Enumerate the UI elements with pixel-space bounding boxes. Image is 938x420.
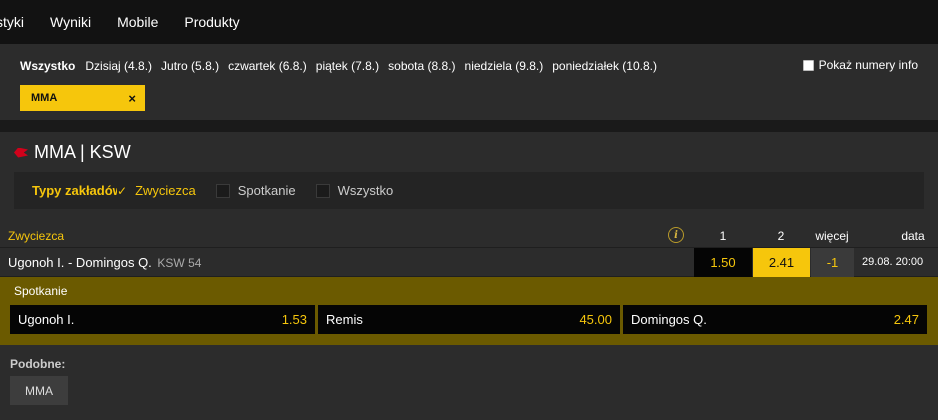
more-bets-button[interactable]: -1 [811, 248, 854, 277]
bet-type-zwyciezca-label: Zwyciezca [135, 183, 196, 198]
poland-flag-icon [14, 147, 28, 158]
checkbox-icon[interactable] [315, 183, 330, 198]
day-filter-monday[interactable]: poniedziałek (10.8.) [552, 59, 657, 73]
odd-button-1[interactable]: 1.50 [694, 248, 752, 277]
nav-item-wyniki[interactable]: Wyniki [50, 14, 91, 30]
outcome-away-name: Domingos Q. [631, 312, 707, 327]
close-icon[interactable]: × [128, 91, 136, 106]
market-name: Zwyciezca [8, 228, 65, 243]
odds-header-row: Zwyciezca i 1 2 więcej data [0, 224, 938, 248]
bet-type-wszystko-label: Wszystko [337, 183, 394, 198]
check-icon: ✓ [117, 183, 128, 198]
bet-types-filter: Typy zakładów ✓ Zwyciezca Spotkanie Wszy… [14, 172, 924, 209]
event-row[interactable]: Ugonoh I. - Domingos Q. KSW 54 1.50 2.41… [0, 248, 938, 277]
day-filter-all[interactable]: Wszystko [20, 59, 75, 73]
checkbox-icon[interactable] [215, 183, 230, 198]
outcome-draw-name: Remis [326, 312, 363, 327]
day-filter-friday[interactable]: piątek (7.8.) [316, 59, 379, 73]
day-filter-thursday[interactable]: czwartek (6.8.) [228, 59, 307, 73]
day-filter-saturday[interactable]: sobota (8.8.) [388, 59, 455, 73]
day-filter-tomorrow[interactable]: Jutro (5.8.) [161, 59, 219, 73]
spotkanie-label: Spotkanie [14, 284, 68, 298]
similar-label: Podobne: [10, 357, 66, 371]
league-header: MMA | KSW [14, 142, 131, 163]
show-info-numbers-toggle[interactable]: Pokaż numery info [802, 58, 918, 72]
bet-type-spotkanie-label: Spotkanie [237, 183, 296, 198]
event-date: 29.08. 20:00 [862, 256, 924, 268]
nav-item-mobile[interactable]: Mobile [117, 14, 158, 30]
show-info-label: Pokaż numery info [818, 58, 918, 72]
column-header-1: 1 [719, 228, 727, 243]
day-filter-list: Wszystko Dzisiaj (4.8.) Jutro (5.8.) czw… [20, 59, 666, 73]
show-info-checkbox[interactable] [802, 59, 814, 71]
outcome-away[interactable]: Domingos Q. 2.47 [623, 305, 927, 334]
event-participants: Ugonoh I. - Domingos Q. [8, 255, 152, 270]
bet-type-spotkanie[interactable]: Spotkanie [215, 183, 296, 198]
section-gap [0, 120, 938, 132]
league-section: MMA | KSW Typy zakładów ✓ Zwyciezca Spot… [0, 132, 938, 420]
sport-filter-chip-label: MMA [31, 92, 58, 104]
bet-type-zwyciezca[interactable]: Zwyciezca [135, 183, 196, 198]
column-header-2: 2 [777, 228, 785, 243]
date-filter-bar: Wszystko Dzisiaj (4.8.) Jutro (5.8.) czw… [0, 44, 938, 120]
nav-item-produkty[interactable]: Produkty [184, 14, 239, 30]
league-title: MMA | KSW [34, 142, 131, 162]
similar-sport-chip[interactable]: MMA [10, 376, 68, 405]
outcome-home[interactable]: Ugonoh I. 1.53 [10, 305, 315, 334]
outcome-home-odd: 1.53 [281, 312, 307, 327]
column-header-date: data [901, 228, 925, 243]
day-filter-sunday[interactable]: niedziela (9.8.) [465, 59, 544, 73]
event-name: Ugonoh I. - Domingos Q. KSW 54 [8, 255, 201, 270]
odd-button-2[interactable]: 2.41 [753, 248, 810, 277]
outcome-draw-odd: 45.00 [579, 312, 612, 327]
day-filter-today[interactable]: Dzisiaj (4.8.) [85, 59, 152, 73]
column-header-more: więcej [815, 228, 849, 243]
event-league: KSW 54 [157, 256, 202, 270]
outcome-away-odd: 2.47 [893, 312, 919, 327]
bet-types-label: Typy zakładów [32, 183, 117, 198]
top-navigation: styki Wyniki Mobile Produkty [0, 0, 938, 44]
outcome-home-name: Ugonoh I. [18, 312, 75, 327]
info-icon[interactable]: i [668, 227, 684, 243]
outcome-draw[interactable]: Remis 45.00 [318, 305, 620, 334]
nav-item-statystyki[interactable]: styki [0, 14, 24, 30]
spotkanie-market: Spotkanie Ugonoh I. 1.53 Remis 45.00 Dom… [0, 277, 938, 345]
bet-type-wszystko[interactable]: Wszystko [315, 183, 394, 198]
sport-filter-chip[interactable]: MMA × [20, 85, 145, 111]
